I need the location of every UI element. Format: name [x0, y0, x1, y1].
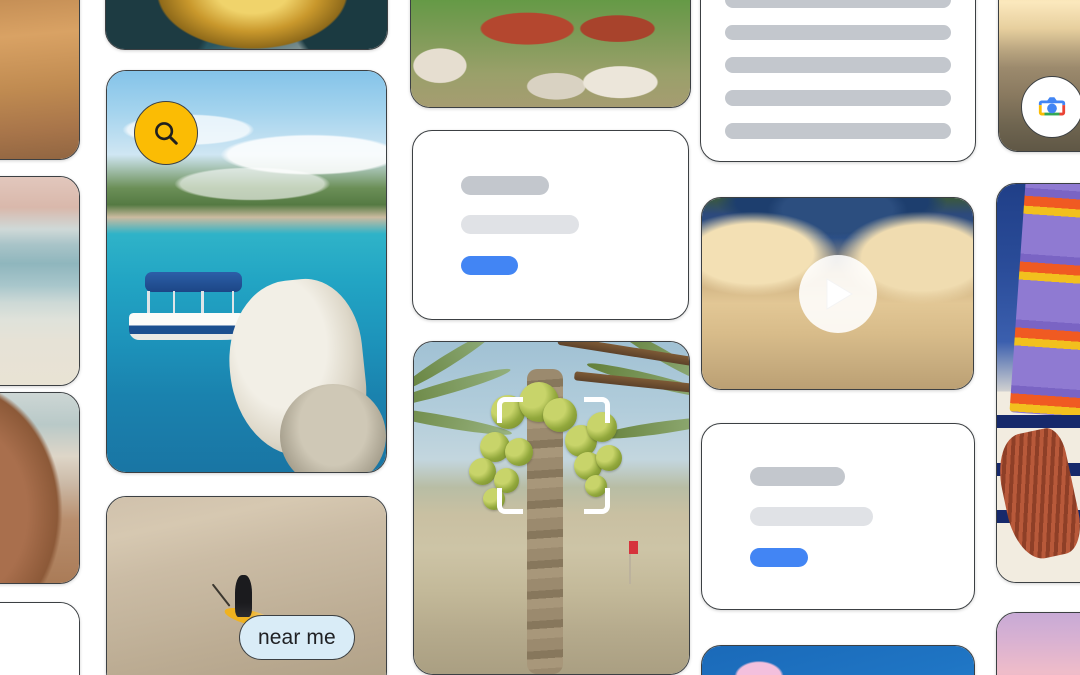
flags-and-adobe-hut-photo[interactable]: [0, 0, 80, 160]
beach-flag: [628, 541, 638, 555]
lens-search-badge[interactable]: [134, 101, 198, 165]
blue-water-flowers-photo[interactable]: [701, 645, 975, 675]
search-result-placeholder-card-top[interactable]: [412, 130, 689, 320]
skeleton-title-line: [750, 466, 846, 486]
skeleton-list-line: [725, 90, 951, 107]
photo-surface: [0, 393, 79, 583]
coconut: [469, 458, 496, 486]
trumpet-player-photo[interactable]: [105, 0, 388, 50]
pink-sky-photo[interactable]: [996, 612, 1080, 675]
google-lens-camera-badge[interactable]: [1021, 76, 1080, 138]
paddler-figure: [235, 574, 253, 618]
paddleboarder-photo[interactable]: near me: [106, 496, 387, 675]
coconut: [584, 474, 607, 497]
video-play-button[interactable]: [799, 255, 877, 333]
skeleton-list-line: [725, 57, 951, 74]
play-triangle-icon: [826, 278, 853, 310]
woven-textiles-photo[interactable]: [996, 183, 1080, 583]
photo-surface: [0, 177, 79, 385]
sea-shore-photo[interactable]: [0, 176, 80, 386]
skeleton-title-line: [461, 175, 549, 195]
village-aerial-photo[interactable]: [410, 0, 691, 108]
photo-surface: [702, 646, 974, 675]
photo-surface: [0, 0, 79, 159]
skeleton-action-pill[interactable]: [750, 547, 809, 567]
photo-surface: [997, 613, 1080, 675]
surfer-with-board-photo[interactable]: [0, 392, 80, 584]
search-results-list-placeholder-card[interactable]: [700, 0, 976, 162]
blank-surface: [0, 603, 79, 675]
coconut: [504, 438, 533, 467]
collage-canvas: near me: [0, 0, 1080, 675]
coconut: [595, 444, 622, 471]
near-me-chip[interactable]: near me: [239, 615, 355, 660]
skeleton-list-line: [725, 123, 951, 139]
coconut: [587, 411, 618, 442]
blank-placeholder-card-bottom-left[interactable]: [0, 602, 80, 675]
skeleton-list-line: [725, 0, 951, 8]
near-me-chip-label: near me: [258, 625, 336, 649]
photo-surface: [106, 0, 387, 49]
bay-with-boat-photo[interactable]: [106, 70, 387, 473]
search-result-placeholder-card-bottom[interactable]: [701, 423, 975, 610]
coconut: [482, 488, 505, 511]
photo-surface: [411, 0, 690, 107]
skeleton-subtitle-line: [461, 214, 580, 234]
skeleton-list-line: [725, 24, 951, 41]
skeleton-subtitle-line: [750, 506, 874, 526]
skeleton-action-pill[interactable]: [461, 255, 519, 275]
photo-surface: [414, 342, 689, 674]
google-lens-camera-icon: [1038, 97, 1066, 116]
evening-plaza-video[interactable]: [701, 197, 974, 390]
magnifier-icon: [155, 122, 178, 145]
photo-surface: [997, 184, 1080, 582]
coconut-palm-photo[interactable]: [413, 341, 690, 675]
